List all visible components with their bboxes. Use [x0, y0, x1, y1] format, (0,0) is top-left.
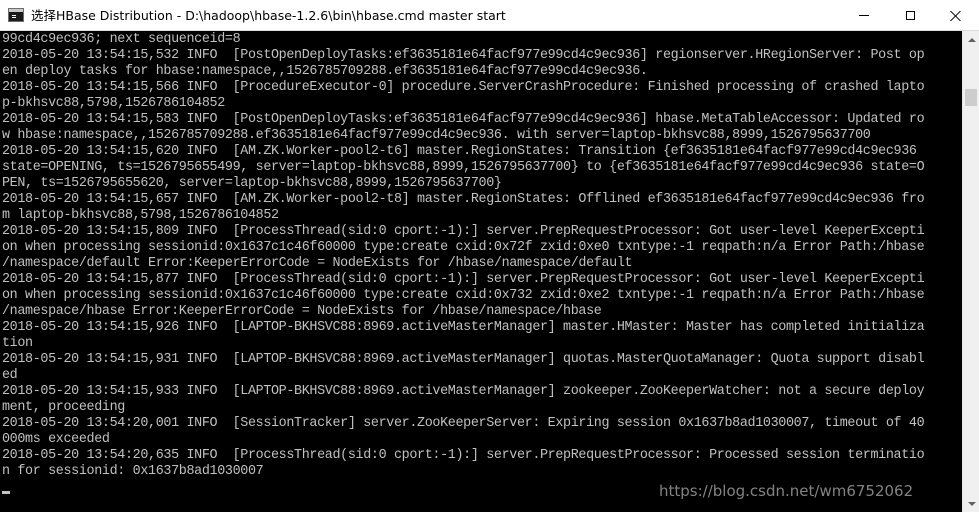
console-line: 2018-05-20 13:54:15,657 INFO [AM.ZK.Work… [2, 192, 925, 207]
console-line: en deploy tasks for hbase:namespace,,152… [2, 64, 648, 79]
chevron-up-icon [967, 37, 976, 42]
console-line: n for sessionid: 0x1637b8ad1030007 [2, 464, 264, 479]
console-line: on when processing sessionid:0x1637c1c46… [2, 288, 925, 303]
console-line: 2018-05-20 13:54:15,620 INFO [AM.ZK.Work… [2, 144, 917, 159]
console-line: 2018-05-20 13:54:15,809 INFO [ProcessThr… [2, 224, 925, 239]
scroll-up-button[interactable] [963, 31, 979, 48]
title-bar[interactable]: 选择HBase Distribution - D:\hadoop\hbase-1… [0, 0, 979, 31]
console-line: 2018-05-20 13:54:15,926 INFO [LAPTOP-BKH… [2, 320, 925, 335]
minimize-icon [859, 15, 869, 16]
console-line: 2018-05-20 13:54:15,933 INFO [LAPTOP-BKH… [2, 384, 925, 399]
window-title: 选择HBase Distribution - D:\hadoop\hbase-1… [31, 8, 506, 23]
scroll-thumb[interactable] [965, 89, 977, 106]
console-line: p-bkhsvc88,5798,1526786104852 [2, 96, 225, 111]
console-line: m laptop-bkhsvc88,5798,1526786104852 [2, 208, 279, 223]
console-line: PEN, ts=1526795655620, server=laptop-bkh… [2, 176, 502, 191]
console-line: 000ms exceeded [2, 432, 110, 447]
console-line: on when processing sessionid:0x1637c1c46… [2, 240, 925, 255]
console-line: 99cd4c9ec936; next sequenceid=8 [2, 32, 241, 47]
console-line: 2018-05-20 13:54:15,583 INFO [PostOpenDe… [2, 112, 925, 127]
console-line: ment, proceeding [2, 400, 125, 415]
vertical-scrollbar[interactable] [962, 31, 979, 512]
minimize-button[interactable] [841, 0, 887, 31]
console-line: tion [2, 336, 33, 351]
chevron-down-icon [967, 501, 976, 506]
scroll-down-button[interactable] [963, 495, 979, 512]
console-log: 99cd4c9ec936; next sequenceid=8 2018-05-2… [2, 32, 962, 480]
watermark-text: https://blog.csdn.net/wm6752062 [659, 482, 914, 500]
console-window: 选择HBase Distribution - D:\hadoop\hbase-1… [0, 0, 979, 512]
console-line: state=OPENING, ts=1526795655499, server=… [2, 160, 925, 175]
maximize-button[interactable] [887, 0, 933, 31]
console-line: 2018-05-20 13:54:20,001 INFO [SessionTra… [2, 416, 925, 431]
console-line: 2018-05-20 13:54:20,635 INFO [ProcessThr… [2, 448, 925, 463]
console-line: 2018-05-20 13:54:15,931 INFO [LAPTOP-BKH… [2, 352, 925, 367]
console-line: 2018-05-20 13:54:15,532 INFO [PostOpenDe… [2, 48, 925, 63]
console-line: w hbase:namespace,,1526785709288.ef36351… [2, 128, 871, 143]
console-line: /namespace/hbase Error:KeeperErrorCode =… [2, 304, 602, 319]
console-line: ed [2, 368, 18, 383]
close-icon [950, 10, 962, 22]
close-button[interactable] [933, 0, 979, 31]
maximize-icon [905, 11, 915, 20]
console-line: 2018-05-20 13:54:15,566 INFO [ProcedureE… [2, 80, 925, 95]
console-output[interactable]: 99cd4c9ec936; next sequenceid=8 2018-05-2… [0, 31, 962, 512]
console-line: 2018-05-20 13:54:15,877 INFO [ProcessThr… [2, 272, 925, 287]
text-cursor [2, 491, 10, 494]
console-line: /namespace/default Error:KeeperErrorCode… [2, 256, 633, 271]
console-icon[interactable] [8, 8, 24, 22]
